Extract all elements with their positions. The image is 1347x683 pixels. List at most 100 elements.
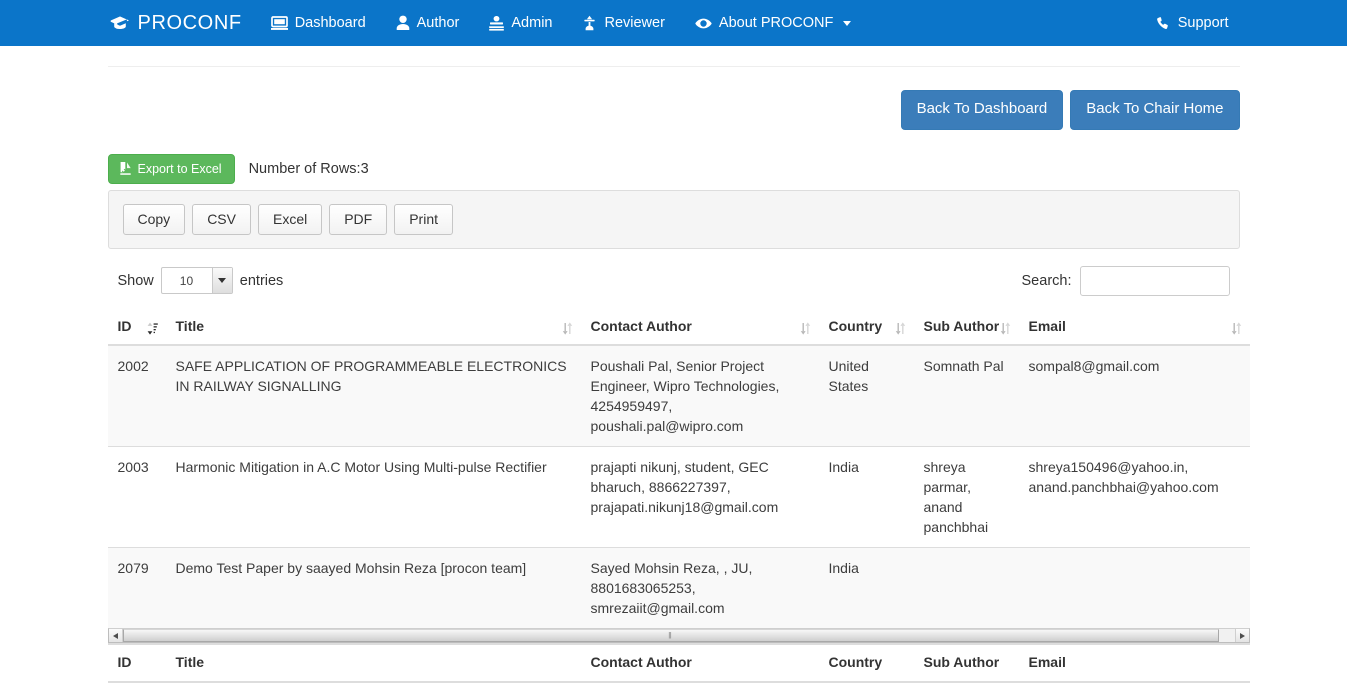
csv-button[interactable]: CSV <box>192 203 251 235</box>
nav-link-label: Author <box>416 15 460 31</box>
user-icon <box>396 15 410 31</box>
rows-count-label: Number of Rows:3 <box>248 160 369 177</box>
nav-link-admin[interactable]: Admin <box>474 0 567 46</box>
papers-table-footer: ID Title Contact Author Country Sub Auth… <box>107 643 1250 683</box>
table-row[interactable]: 2002 SAFE APPLICATION OF PROGRAMMEABLE E… <box>107 344 1250 447</box>
cell-author: Poushali Pal, Senior Project Engineer, W… <box>580 344 819 447</box>
sort-desc-icon <box>147 321 158 335</box>
scrollbar-thumb[interactable]: ‖ <box>122 629 1219 643</box>
graduation-cap-icon <box>110 15 130 31</box>
divider <box>107 66 1240 67</box>
page-action-buttons: Back To Dashboard Back To Chair Home <box>108 90 1240 130</box>
sort-icon <box>1000 321 1011 335</box>
scrollbar-track[interactable]: ‖ <box>122 629 1235 643</box>
back-to-chair-home-button[interactable]: Back To Chair Home <box>1070 90 1240 130</box>
footer-header-country[interactable]: Country <box>818 643 914 683</box>
table-header: ID Title Contact Author Country Sub Auth… <box>107 308 1250 347</box>
back-to-dashboard-button[interactable]: Back To Dashboard <box>900 90 1064 130</box>
nav-link-label: Reviewer <box>604 15 665 31</box>
nav-link-label: About PROCONF <box>718 15 834 31</box>
footer-header-title[interactable]: Title <box>165 643 581 683</box>
user-secret-icon <box>582 15 597 31</box>
cell-country: United States <box>818 344 914 447</box>
export-row: Export to Excel Number of Rows:3 <box>107 153 1240 184</box>
sort-icon <box>800 321 811 335</box>
sort-icon <box>895 321 906 335</box>
cell-author: prajapti nikunj, student, GEC bharuch, 8… <box>580 446 819 548</box>
column-header-sub-author[interactable]: Sub Author <box>913 308 1019 347</box>
column-header-email[interactable]: Email <box>1018 308 1250 347</box>
footer-header-id[interactable]: ID <box>107 643 166 683</box>
cell-title: SAFE APPLICATION OF PROGRAMMEABLE ELECTR… <box>165 344 581 447</box>
column-header-country[interactable]: Country <box>818 308 914 347</box>
brand-logo[interactable]: PROCONF <box>104 0 256 46</box>
show-label: Show <box>117 272 154 289</box>
cell-id: 2003 <box>107 446 166 548</box>
cell-country: India <box>818 547 914 629</box>
table-body: 2002 SAFE APPLICATION OF PROGRAMMEABLE E… <box>107 344 1250 629</box>
table-row[interactable]: 2079 Demo Test Paper by saayed Mohsin Re… <box>107 547 1250 629</box>
excel-button[interactable]: Excel <box>257 203 323 235</box>
print-button[interactable]: Print <box>394 203 454 235</box>
nav-link-label: Dashboard <box>294 15 366 31</box>
navbar-inner: PROCONF Dashboard Author Admin Reviewer … <box>98 0 1250 46</box>
scrollbar-grip: ‖ <box>668 630 673 641</box>
cell-sub: shreya parmar, anand panchbhai <box>913 446 1019 548</box>
scroll-right-arrow-icon[interactable] <box>1234 629 1249 643</box>
export-button-label: Export to Excel <box>137 161 222 176</box>
page-container: Back To Dashboard Back To Chair Home Exp… <box>98 66 1250 683</box>
column-header-id[interactable]: ID <box>107 308 166 347</box>
horizontal-scrollbar[interactable]: ‖ <box>107 628 1250 644</box>
nav-link-author[interactable]: Author <box>381 0 475 46</box>
papers-table: ID Title Contact Author Country Sub Auth… <box>107 308 1250 629</box>
eye-icon <box>695 17 712 30</box>
navbar-right: Support <box>1141 0 1250 46</box>
search-label: Search: <box>1021 272 1072 289</box>
scroll-left-arrow-icon[interactable] <box>108 629 123 643</box>
nav-link-about-proconf[interactable]: About PROCONF <box>680 0 866 46</box>
table-row[interactable]: 2003 Harmonic Mitigation in A.C Motor Us… <box>107 446 1250 548</box>
column-header-label: Country <box>828 317 883 334</box>
search-input[interactable] <box>1079 265 1230 296</box>
table-footer-row: ID Title Contact Author Country Sub Auth… <box>107 643 1250 683</box>
cell-sub: Somnath Pal <box>913 344 1019 447</box>
cell-id: 2002 <box>107 344 166 447</box>
cell-email: shreya150496@yahoo.in, anand.panchbhai@y… <box>1018 446 1250 548</box>
page-length-select[interactable]: 10 25 50 100 <box>160 267 233 295</box>
footer-header-email[interactable]: Email <box>1018 643 1250 683</box>
footer-header-contact-author[interactable]: Contact Author <box>580 643 819 683</box>
column-header-label: Contact Author <box>590 317 692 334</box>
table-footer: ID Title Contact Author Country Sub Auth… <box>107 643 1250 683</box>
page-length-select-wrap: 10 25 50 100 <box>160 267 233 295</box>
nav-link-dashboard[interactable]: Dashboard <box>256 0 381 46</box>
desktop-icon <box>270 15 288 31</box>
entries-label: entries <box>239 272 284 289</box>
navbar-links: Dashboard Author Admin Reviewer About PR… <box>256 0 867 46</box>
sort-icon <box>1231 321 1242 335</box>
export-to-excel-button[interactable]: Export to Excel <box>107 153 235 184</box>
chevron-down-icon <box>843 20 852 26</box>
phone-icon <box>1156 16 1171 31</box>
datatable-buttons-toolbar: Copy CSV Excel PDF Print <box>107 189 1240 249</box>
brand-label: PROCONF <box>137 11 242 34</box>
column-header-contact-author[interactable]: Contact Author <box>580 308 819 347</box>
cell-email: sompal8@gmail.com <box>1018 344 1250 447</box>
cell-id: 2079 <box>107 547 166 629</box>
column-header-label: Title <box>175 317 205 334</box>
nav-link-support[interactable]: Support <box>1141 0 1244 46</box>
user-tie-icon <box>489 15 505 31</box>
datatable-scroll-body: ID Title Contact Author Country Sub Auth… <box>107 308 1250 629</box>
sort-icon <box>562 321 573 335</box>
cell-country: India <box>818 446 914 548</box>
table-header-row: ID Title Contact Author Country Sub Auth… <box>107 308 1250 347</box>
nav-link-reviewer[interactable]: Reviewer <box>567 0 679 46</box>
cell-author: Sayed Mohsin Reza, , JU, 8801683065253, … <box>580 547 819 629</box>
column-header-label: Sub Author <box>923 317 1000 334</box>
column-header-title[interactable]: Title <box>165 308 581 347</box>
pdf-button[interactable]: PDF <box>329 203 388 235</box>
top-navbar: PROCONF Dashboard Author Admin Reviewer … <box>0 0 1347 46</box>
cell-email <box>1018 547 1250 629</box>
copy-button[interactable]: Copy <box>122 203 186 235</box>
cell-title: Harmonic Mitigation in A.C Motor Using M… <box>165 446 581 548</box>
footer-header-sub-author[interactable]: Sub Author <box>913 643 1019 683</box>
